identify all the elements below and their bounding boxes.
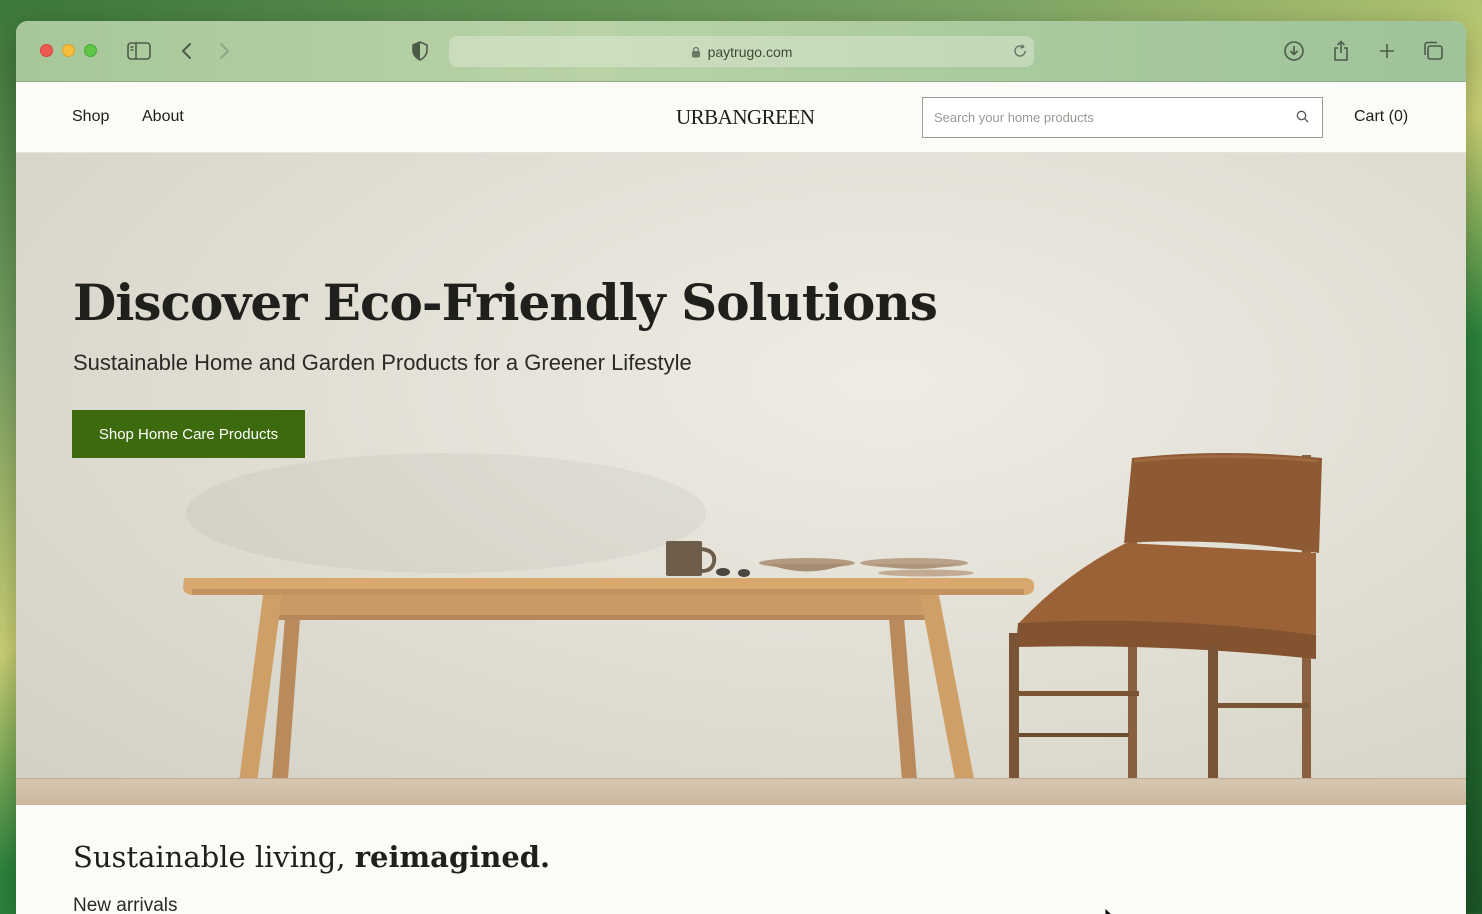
reload-icon[interactable]	[1012, 43, 1028, 62]
sidebar-toggle-icon[interactable]	[127, 39, 151, 63]
new-tab-icon[interactable]	[1375, 39, 1399, 63]
minimize-window-button[interactable]	[62, 44, 75, 57]
nav-link-about[interactable]: About	[142, 108, 184, 126]
tagline-regular: Sustainable living,	[73, 840, 355, 874]
section-tagline: Sustainable living, reimagined.	[73, 840, 550, 874]
floor	[16, 778, 1466, 805]
mouse-cursor-icon	[1104, 905, 1114, 914]
close-window-button[interactable]	[40, 44, 53, 57]
cart-link[interactable]: Cart (0)	[1354, 108, 1408, 126]
browser-toolbar: paytrugo.com	[16, 21, 1466, 82]
privacy-shield-icon[interactable]	[408, 39, 432, 63]
hero-section: Discover Eco-Friendly Solutions Sustaina…	[16, 153, 1466, 805]
shop-home-care-button[interactable]: Shop Home Care Products	[72, 410, 305, 458]
browser-window: paytrugo.com Shop About URBANGREEN Ca	[16, 21, 1466, 914]
downloads-icon[interactable]	[1282, 39, 1306, 63]
zoom-window-button[interactable]	[84, 44, 97, 57]
url-text: paytrugo.com	[707, 43, 793, 60]
search-icon[interactable]	[1296, 110, 1309, 128]
lock-icon	[691, 46, 701, 58]
nav-link-shop[interactable]: Shop	[72, 108, 109, 126]
hero-title: Discover Eco-Friendly Solutions	[73, 273, 938, 332]
tab-overview-icon[interactable]	[1421, 39, 1445, 63]
new-arrivals-heading: New arrivals	[73, 895, 178, 914]
site-logo[interactable]: URBANGREEN	[676, 105, 815, 130]
hero-furniture-image	[183, 453, 1322, 805]
site-header: Shop About URBANGREEN Cart (0)	[16, 82, 1466, 153]
address-bar[interactable]: paytrugo.com	[449, 36, 1034, 67]
back-arrow-icon[interactable]	[175, 39, 199, 63]
forward-arrow-icon[interactable]	[212, 39, 236, 63]
search-box	[922, 97, 1323, 138]
share-icon[interactable]	[1329, 39, 1353, 63]
hero-subtitle: Sustainable Home and Garden Products for…	[73, 350, 692, 375]
tagline-bold: reimagined.	[354, 840, 551, 874]
search-input[interactable]	[923, 98, 1273, 137]
